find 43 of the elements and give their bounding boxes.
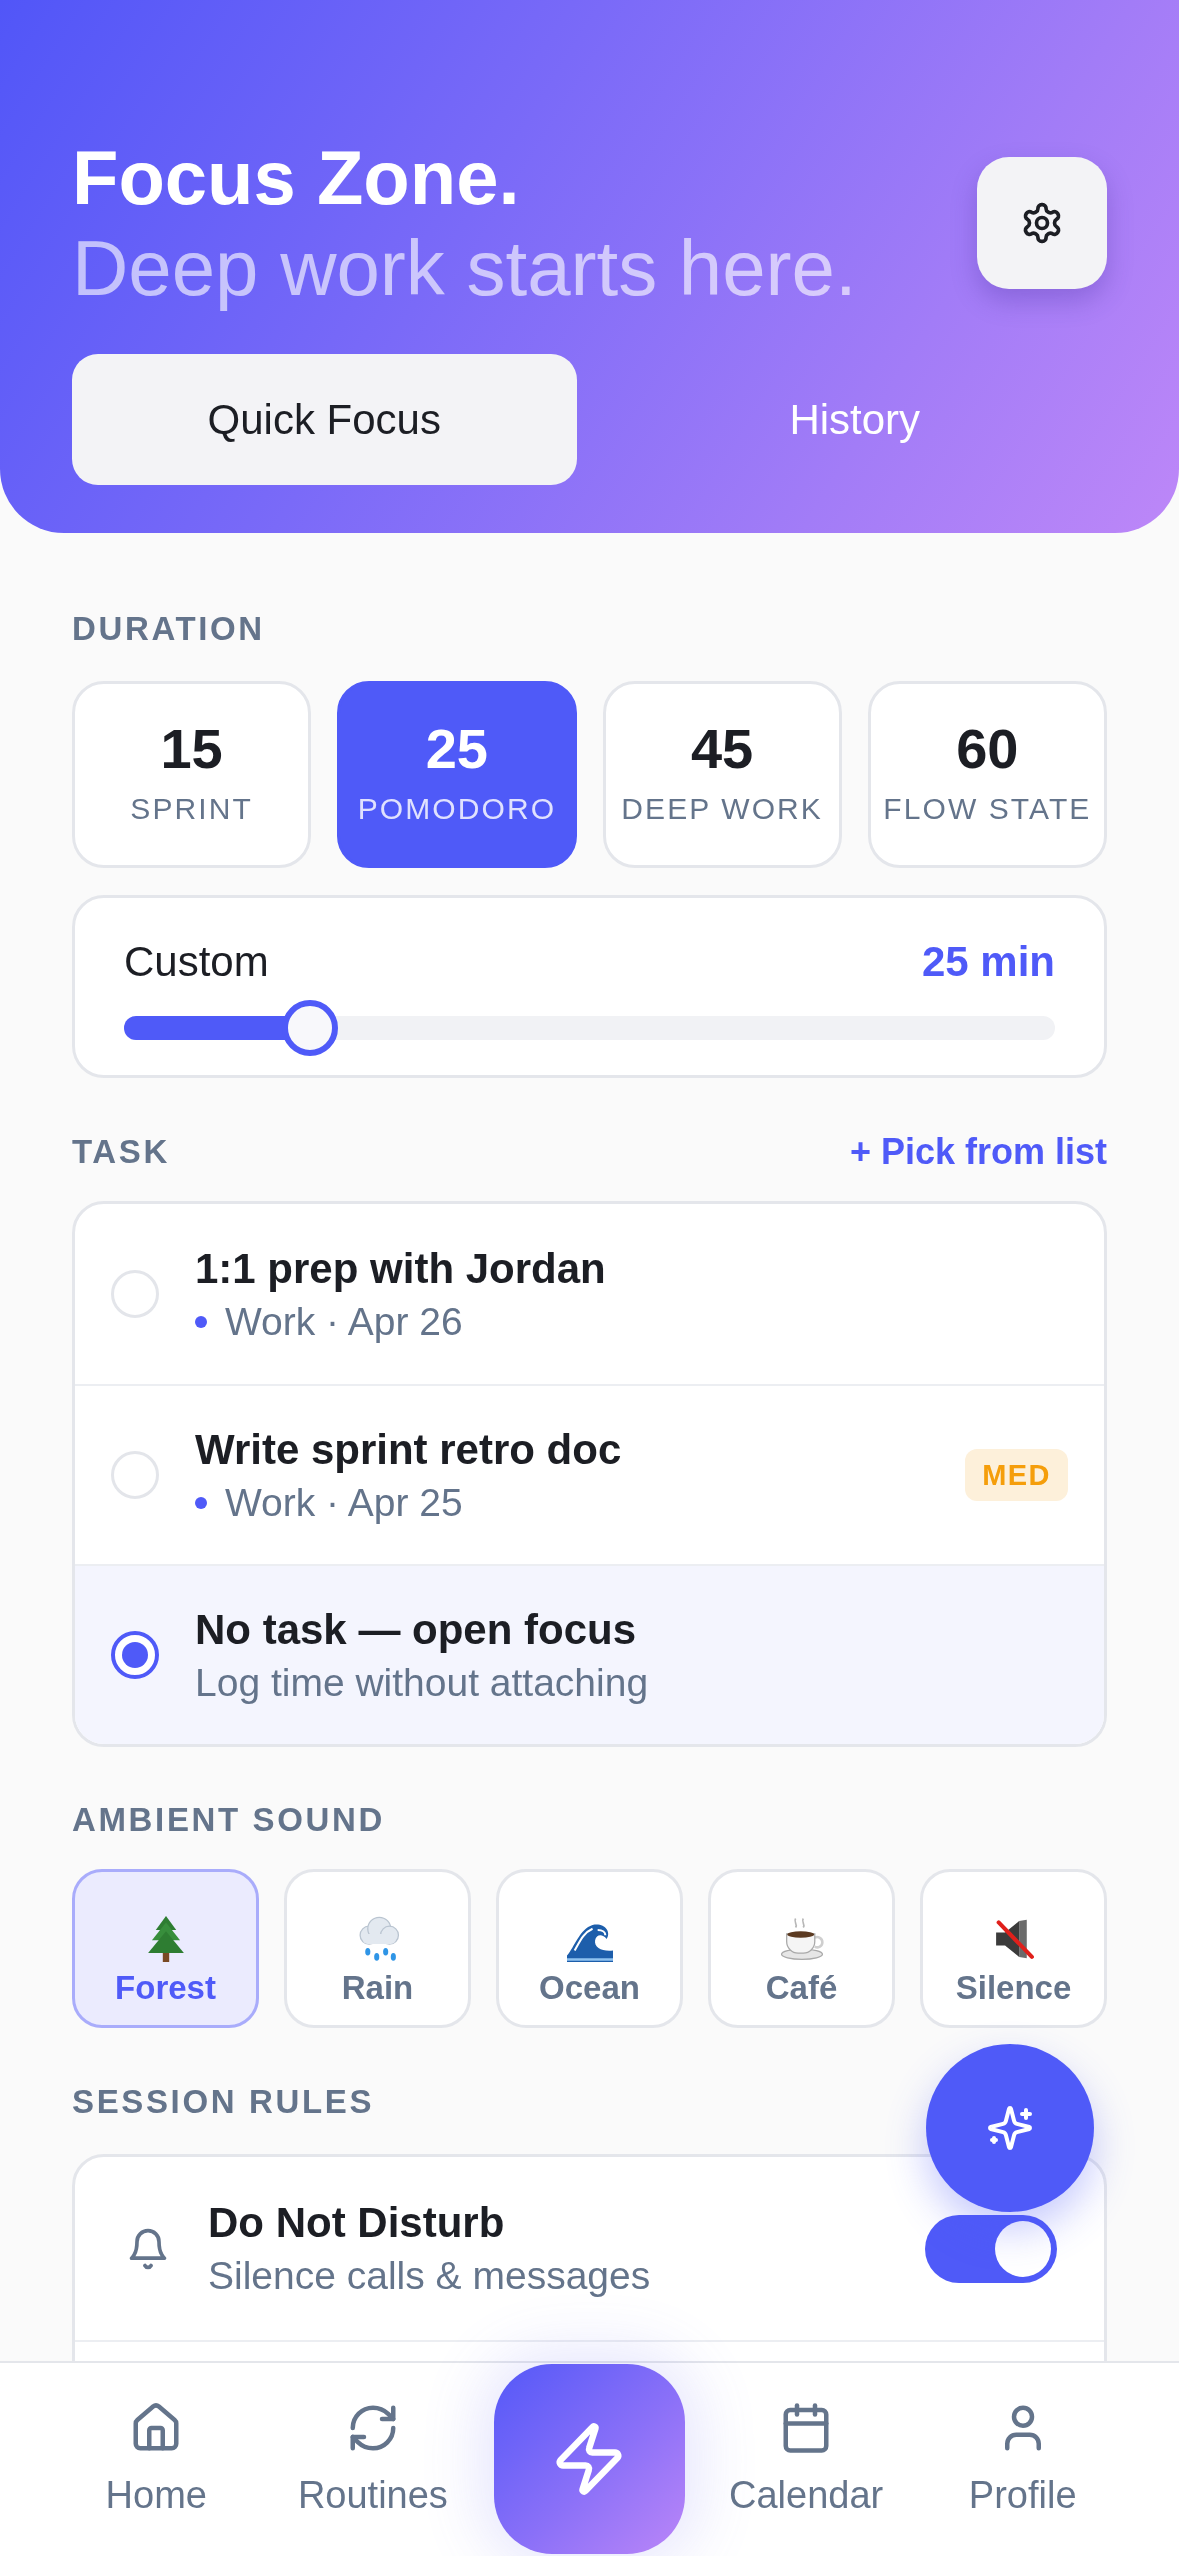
dot-icon — [195, 1316, 207, 1328]
duration-reading: 25 min — [921, 937, 1055, 987]
rule-description: Silence calls & messages — [208, 2252, 651, 2299]
settings-button[interactable] — [977, 157, 1107, 289]
section-label: DURATION — [72, 609, 265, 649]
start-focus-button[interactable] — [494, 2364, 685, 2554]
priority-badge: MED — [965, 1449, 1068, 1501]
nav-tab[interactable]: Profile — [968, 2401, 1077, 2517]
section-label: SESSION RULES — [72, 2082, 375, 2122]
task-meta: Work · Apr 26 — [225, 1299, 463, 1345]
segment-tab[interactable]: History — [602, 354, 1107, 485]
dot-icon — [195, 1497, 207, 1509]
nav-tab[interactable]: Calendar — [729, 2401, 884, 2517]
task-option[interactable]: 1:1 prep with Jordan Work · Apr 26 — [75, 1204, 1104, 1384]
task-title: Write sprint retro doc — [195, 1425, 622, 1475]
task-meta: Work · Apr 25 — [225, 1480, 463, 1526]
nav-tab[interactable]: Home — [105, 2401, 207, 2517]
radio-button[interactable] — [111, 1631, 159, 1679]
sound-option[interactable]: Café — [708, 1869, 895, 2028]
custom-label: Custom — [124, 937, 269, 987]
task-title: 1:1 prep with Jordan — [195, 1244, 606, 1294]
sound-option[interactable]: Rain — [284, 1869, 471, 2028]
coffee-cup-icon — [778, 1916, 825, 1962]
section-label: TASK — [72, 1132, 170, 1172]
nav-tab[interactable]: Routines — [297, 2401, 448, 2517]
task-option[interactable]: No task — open focus Log time without attaching — [75, 1564, 1104, 1744]
task-meta: Log time without attaching — [195, 1660, 649, 1706]
app-subtitle: Deep work starts here. — [72, 223, 857, 313]
app-title: Focus Zone. — [72, 134, 520, 222]
duration-slider[interactable] — [124, 1000, 1055, 1056]
duration-option[interactable]: 60 FLOW STATE — [867, 681, 1107, 868]
sparkles-icon — [986, 2104, 1034, 2152]
section-label: AMBIENT SOUND — [72, 1800, 385, 1840]
duration-option[interactable]: 25 POMODORO — [337, 681, 577, 868]
segment-tab[interactable]: Quick Focus — [72, 354, 577, 485]
duration-option[interactable]: 45 DEEP WORK — [602, 681, 842, 868]
sound-option[interactable]: Ocean — [496, 1869, 683, 2028]
duration-option[interactable]: 15 SPRINT — [72, 681, 312, 868]
sound-option[interactable]: Silence — [920, 1869, 1107, 2028]
pick-from-list-link[interactable]: + Pick from list — [849, 1132, 1107, 1172]
rule-title: Do Not Disturb — [208, 2197, 505, 2248]
sound-option[interactable]: Forest — [72, 1869, 259, 2028]
task-title: No task — open focus — [195, 1605, 637, 1655]
